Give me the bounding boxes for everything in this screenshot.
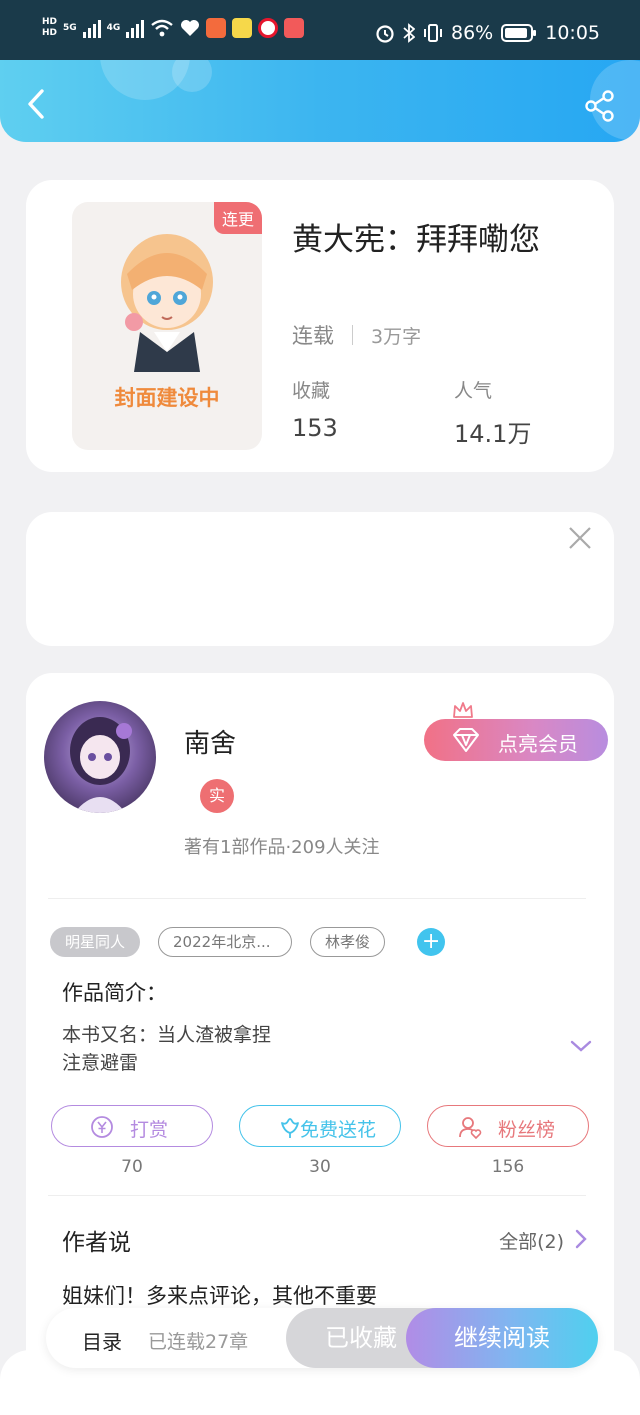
chapter-count: 已连载27章 [148,1331,249,1353]
tag-list: 明星同人 2022年北京... 林孝俊 + [50,927,446,957]
intro-text: 本书又名：当人渣被拿捏 注意避雷 [62,1021,271,1077]
popularity-label: 人气 [454,380,493,402]
author-stats: 著有1部作品·209人关注 [184,837,380,858]
yuan-coin-icon [91,1116,113,1138]
section-divider [48,1195,586,1196]
crown-icon [453,702,473,718]
hd-indicator: HD [42,28,58,38]
flower-count: 30 [309,1157,331,1177]
battery-percentage: 86% [451,22,494,44]
alarm-icon [376,25,394,43]
network-type: 5G [63,22,77,33]
author-says-heading: 作者说 [62,1230,131,1256]
clock-time: 10:05 [545,22,600,44]
intro-line: 本书又名：当人渣被拿捏 [62,1024,272,1046]
cover-placeholder-text: 封面建设中 [114,386,220,410]
close-icon[interactable] [568,526,592,550]
flower-icon [281,1118,299,1138]
author-name[interactable]: 南舍 [184,723,236,760]
bottom-action-bar: 目录 已连载27章 已收藏 继续阅读 [46,1308,598,1368]
vip-button[interactable]: 点亮会员 [424,719,608,761]
author-says-text: 姐妹们！多来点评论，其他不重要 [62,1284,377,1308]
chevron-right-icon[interactable] [574,1229,588,1249]
fan-user-icon [459,1117,482,1139]
weibo-icon [258,18,279,38]
battery-icon [501,24,537,42]
decor-bubble [172,60,212,92]
send-flower-button[interactable]: 免费送花 [239,1105,401,1147]
popularity-value: 14.1万 [454,420,532,448]
author-avatar[interactable] [44,701,156,813]
app-notification-icon [284,18,305,38]
status-bar: HD HD 5G 4G 86% 10:05 [0,0,640,60]
tip-count: 70 [121,1157,143,1177]
tip-button[interactable]: 打赏 [51,1105,213,1147]
app-notification-icon [206,18,227,38]
favorites-label: 收藏 [292,380,331,402]
vip-button-label: 点亮会员 [498,732,578,756]
send-flower-label: 免费送花 [300,1119,377,1141]
author-says-all-link[interactable]: 全部(2) [499,1227,564,1254]
book-status: 连载 [292,324,334,348]
book-title: 黄大宪：拜拜嘞您 [292,222,540,258]
app-notification-icon [232,18,253,38]
signal-icon [82,18,101,38]
bluetooth-icon [403,23,415,43]
network-type: 4G [106,22,121,33]
add-tag-button[interactable]: + [417,928,446,956]
tag-chip[interactable]: 2022年北京... [158,927,293,957]
serial-update-tag: 连更 [213,202,262,234]
signal-icon [126,18,145,38]
avatar-illustration [70,717,132,813]
fan-ranking-button[interactable]: 粉丝榜 [427,1105,589,1147]
chevron-down-icon[interactable] [570,1039,592,1053]
vibrate-icon [424,24,442,42]
section-divider [48,898,586,899]
wifi-icon [151,19,174,37]
ad-banner-card [26,512,614,646]
continue-reading-button[interactable]: 继续阅读 [406,1308,598,1368]
back-button[interactable] [22,87,50,121]
share-button[interactable] [584,90,616,122]
tag-chip[interactable]: 明星同人 [50,927,141,957]
fan-count: 156 [491,1157,525,1177]
diamond-icon [453,728,479,752]
intro-line: 注意避雷 [62,1052,139,1074]
tip-button-label: 打赏 [130,1119,169,1141]
meta-separator [352,325,353,345]
heart-rate-icon [181,20,200,36]
book-info-card: 连更 封面建设中 黄大宪：拜拜嘞您 连载 3万字 收藏 153 人气 14.1万 [26,180,614,472]
book-cover[interactable]: 连更 封面建设中 [72,202,262,450]
intro-heading: 作品简介： [62,981,167,1005]
author-card: 南舍 实 著有1部作品·209人关注 点亮会员 明星同人 2022年北京... … [26,673,614,1415]
fan-ranking-label: 粉丝榜 [498,1119,556,1141]
top-header [0,60,640,142]
hd-indicator: HD [42,17,58,27]
word-count: 3万字 [371,325,422,348]
toc-button[interactable]: 目录 [82,1326,122,1355]
verified-badge: 实 [200,779,234,813]
tag-chip[interactable]: 林孝俊 [310,927,386,957]
book-meta: 连载 3万字 [292,320,421,350]
favorites-value: 153 [292,414,338,442]
